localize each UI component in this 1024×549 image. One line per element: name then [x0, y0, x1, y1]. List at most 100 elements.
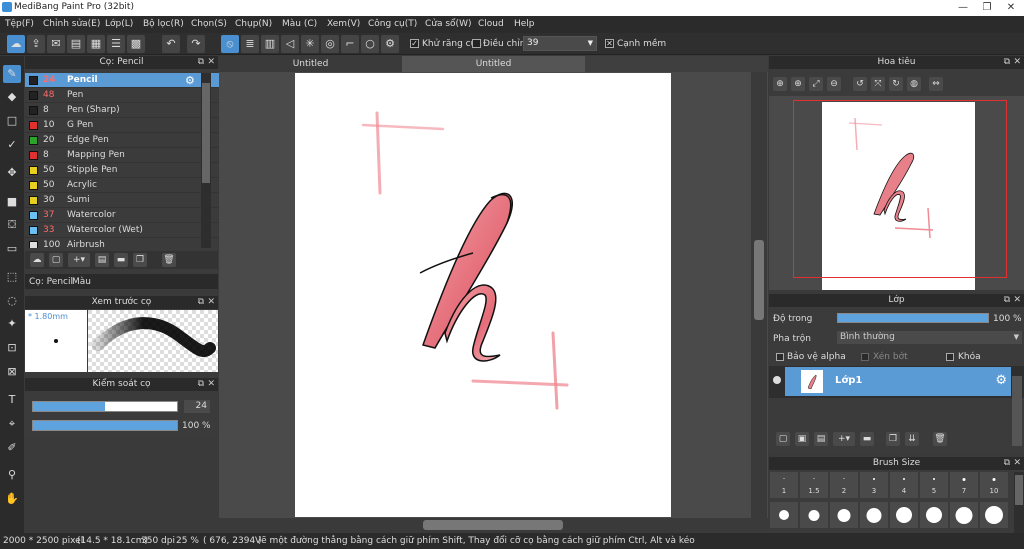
close-panel-icon[interactable]: ✕: [1013, 56, 1021, 69]
trash-icon[interactable]: 🗑: [162, 253, 176, 267]
blur-tool-icon[interactable]: ✐: [3, 439, 21, 457]
brush-size-option-large[interactable]: [980, 502, 1008, 528]
eye-icon[interactable]: [773, 376, 781, 384]
rotate-fit-icon[interactable]: ⤧: [871, 77, 885, 91]
new-layer-icon[interactable]: ▢: [776, 432, 790, 446]
tab-brush[interactable]: Cọ: Pencil: [29, 277, 73, 287]
ellipse-ruler-icon[interactable]: ○: [361, 35, 379, 53]
float-icon[interactable]: ⧉: [198, 296, 204, 309]
chat-icon[interactable]: ▤: [67, 35, 85, 53]
close-panel-icon[interactable]: ✕: [1013, 457, 1021, 470]
menu-layer[interactable]: Lớp(L): [105, 19, 133, 29]
add-layer-menu-icon[interactable]: +▾: [833, 432, 855, 446]
smoothing-select[interactable]: 39 ▼: [523, 36, 597, 51]
clipping-checkbox[interactable]: [861, 353, 869, 361]
navigator-viewport-frame[interactable]: [793, 100, 1007, 278]
soft-edge-checkbox[interactable]: ✕: [605, 39, 614, 48]
magic-wand-icon[interactable]: ✦: [3, 315, 21, 333]
brush-size-option[interactable]: 10: [980, 472, 1008, 498]
brush-size-scrollbar[interactable]: [1014, 472, 1024, 533]
tab-document-2[interactable]: Untitled: [402, 56, 585, 72]
brush-item[interactable]: 10 G Pen: [25, 118, 225, 133]
brush-size-option[interactable]: 5: [920, 472, 948, 498]
brush-tool-icon[interactable]: ✎: [3, 65, 21, 83]
minimize-button[interactable]: —: [952, 0, 974, 16]
brush-settings-icon[interactable]: ⚙: [185, 73, 195, 88]
close-panel-icon[interactable]: ✕: [207, 56, 215, 69]
rotate-left-icon[interactable]: ↺: [853, 77, 867, 91]
horizontal-scroll-thumb[interactable]: [423, 520, 563, 530]
reset-rotate-icon[interactable]: ◍: [907, 77, 921, 91]
move-tool-icon[interactable]: ✥: [3, 164, 21, 182]
flip-icon[interactable]: ⇔: [929, 77, 943, 91]
brush-item[interactable]: 100 Airbrush: [25, 238, 225, 248]
select-pen-icon[interactable]: ⊡: [3, 339, 21, 357]
float-icon[interactable]: ⧉: [1004, 56, 1010, 69]
brush-size-option[interactable]: 1.5: [800, 472, 828, 498]
brush-item[interactable]: 8 Mapping Pen: [25, 148, 225, 163]
new-halftone-layer-icon[interactable]: ▣: [795, 432, 809, 446]
concentric-icon[interactable]: ◎: [321, 35, 339, 53]
navigator-view[interactable]: [769, 96, 1024, 290]
close-panel-icon[interactable]: ✕: [1013, 294, 1021, 307]
fit-icon[interactable]: ⤢: [809, 77, 823, 91]
layer-settings-icon[interactable]: ⚙: [995, 373, 1007, 388]
hand-tool-icon[interactable]: ✋: [3, 490, 21, 508]
drawing-canvas[interactable]: [295, 73, 671, 517]
perspective-icon[interactable]: ◁: [281, 35, 299, 53]
close-button[interactable]: ✕: [1000, 0, 1022, 16]
fill-rect-icon[interactable]: ■: [3, 193, 21, 211]
menu-cloud[interactable]: Cloud: [478, 19, 504, 29]
brush-item[interactable]: 33 Watercolor (Wet): [25, 223, 225, 238]
brush-opacity-slider[interactable]: [32, 420, 178, 431]
float-icon[interactable]: ⧉: [1004, 294, 1010, 307]
brush-size-option-large[interactable]: [920, 502, 948, 528]
text-tool-icon[interactable]: T: [3, 391, 21, 409]
brush-size-option[interactable]: 3: [860, 472, 888, 498]
brush-size-value[interactable]: 24: [184, 400, 210, 413]
folder-icon[interactable]: ▬: [114, 253, 128, 267]
float-icon[interactable]: ⧉: [198, 56, 204, 69]
maximize-button[interactable]: ❐: [976, 0, 998, 16]
brush-size-option-large[interactable]: [830, 502, 858, 528]
list-icon[interactable]: ☰: [107, 35, 125, 53]
shape-tool-icon[interactable]: ⌖: [3, 415, 21, 433]
tab-document-1[interactable]: Untitled: [219, 56, 402, 72]
layer-folder-icon[interactable]: ▬: [860, 432, 874, 446]
protect-alpha-checkbox[interactable]: [776, 353, 784, 361]
smoothing-checkbox[interactable]: [472, 39, 481, 48]
share-icon[interactable]: ⇪: [27, 35, 45, 53]
eyedropper-icon[interactable]: ⚲: [3, 466, 21, 484]
menu-view[interactable]: Xem(V): [327, 19, 360, 29]
brush-size-option-large[interactable]: [770, 502, 798, 528]
delete-layer-icon[interactable]: 🗑: [933, 432, 947, 446]
lasso-tool-icon[interactable]: ◌: [3, 292, 21, 310]
merge-layer-icon[interactable]: ⇊: [905, 432, 919, 446]
zoom-in-icon[interactable]: ⊕: [773, 77, 787, 91]
comment-icon[interactable]: ✉: [47, 35, 65, 53]
layer-opacity-slider[interactable]: [837, 313, 989, 323]
menu-tools[interactable]: Công cụ(T): [368, 19, 417, 29]
brush-size-option-large[interactable]: [860, 502, 888, 528]
menu-capture[interactable]: Chụp(N): [235, 19, 272, 29]
select-tool-icon[interactable]: ⬚: [3, 268, 21, 286]
redo-icon[interactable]: ↷: [187, 35, 205, 53]
menu-filter[interactable]: Bộ lọc(R): [143, 19, 184, 29]
parallel-ruler-icon[interactable]: ≣: [241, 35, 259, 53]
curve-ruler-icon[interactable]: ⌐: [341, 35, 359, 53]
cross-ruler-icon[interactable]: ▥: [261, 35, 279, 53]
brush-size-slider[interactable]: [32, 401, 178, 412]
antialias-checkbox[interactable]: ✓: [410, 39, 419, 48]
menu-color[interactable]: Màu (C): [282, 19, 317, 29]
cloud-icon[interactable]: ☁: [7, 35, 25, 53]
brush-item[interactable]: 24 Pencil ⚙: [25, 73, 225, 88]
menu-file[interactable]: Tệp(F): [5, 19, 34, 29]
eraser-tool-icon[interactable]: ◆: [3, 88, 21, 106]
close-panel-icon[interactable]: ✕: [207, 296, 215, 309]
brush-item[interactable]: 20 Edge Pen: [25, 133, 225, 148]
add-brush-icon[interactable]: +▾: [68, 253, 90, 267]
brush-item[interactable]: 50 Stipple Pen: [25, 163, 225, 178]
scroll-thumb[interactable]: [1015, 475, 1023, 505]
lock-checkbox[interactable]: [946, 353, 954, 361]
menu-window[interactable]: Cửa sổ(W): [425, 19, 471, 29]
